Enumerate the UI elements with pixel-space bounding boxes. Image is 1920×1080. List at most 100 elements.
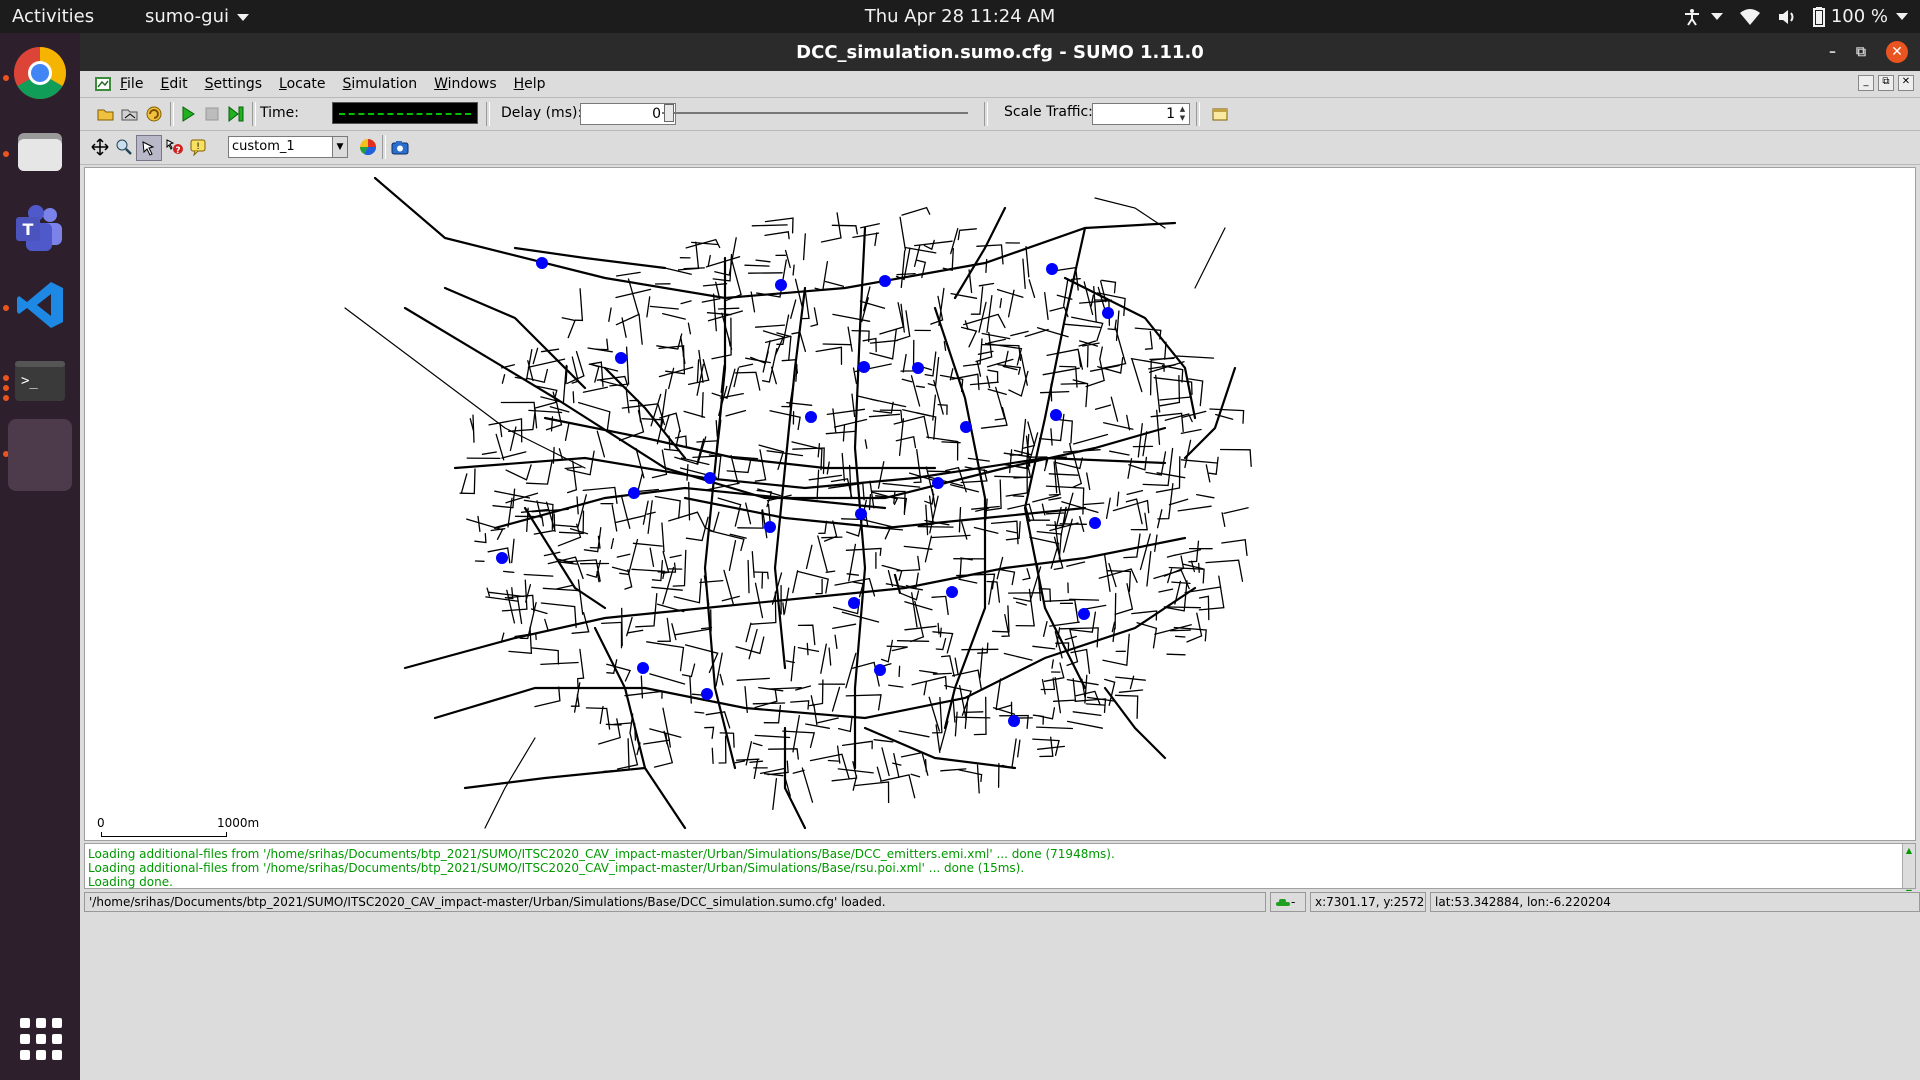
mdi-close-icon[interactable]: ✕ [1898, 75, 1914, 91]
mdi-restore-icon[interactable]: ⧉ [1878, 75, 1894, 91]
locate-icon[interactable] [136, 135, 162, 161]
road-segment [750, 350, 769, 365]
active-app-icon[interactable] [8, 419, 72, 491]
road-segment [790, 700, 810, 710]
network-view[interactable]: 0 1000m [84, 167, 1916, 841]
rsu-marker[interactable] [879, 275, 891, 287]
message-log[interactable]: Loading additional-files from '/home/sri… [84, 843, 1916, 897]
close-icon[interactable]: ✕ [1886, 41, 1908, 63]
road-segment [558, 510, 585, 535]
chevron-down-icon[interactable]: ▼ [332, 137, 347, 157]
rsu-marker[interactable] [848, 597, 860, 609]
road-segment [611, 504, 618, 532]
vehicle-status-value: - [1291, 895, 1296, 909]
rsu-marker[interactable] [628, 487, 640, 499]
show-applications-icon[interactable] [20, 1018, 62, 1060]
minimize-icon[interactable]: – [1829, 44, 1836, 60]
road-segment [735, 636, 765, 655]
delay-slider[interactable] [662, 102, 968, 124]
menu-file[interactable]: File [120, 76, 143, 92]
activities-button[interactable]: Activities [12, 6, 94, 27]
road-segment [927, 470, 951, 473]
chrome-icon[interactable] [8, 41, 72, 105]
map-scale-bar: 0 1000m [97, 816, 267, 840]
road-segment [642, 500, 649, 525]
rsu-marker[interactable] [701, 688, 713, 700]
help-question-icon[interactable]: ? [162, 135, 186, 159]
rsu-marker[interactable] [775, 279, 787, 291]
road-segment [1106, 570, 1132, 592]
window-titlebar[interactable]: DCC_simulation.sumo.cfg - SUMO 1.11.0 – … [80, 33, 1920, 71]
color-scheme-select[interactable]: custom_1 ▼ [228, 136, 348, 158]
rsu-marker[interactable] [496, 552, 508, 564]
road-segment [1083, 281, 1094, 316]
system-tray[interactable]: 100 % [1683, 6, 1908, 27]
vscode-icon[interactable] [8, 273, 72, 337]
rsu-marker[interactable] [764, 521, 776, 533]
road-segment [815, 578, 823, 595]
slider-thumb[interactable] [664, 104, 674, 122]
edit-coloring-icon[interactable] [356, 135, 380, 159]
road-segment [1051, 659, 1054, 669]
menu-simulation[interactable]: Simulation [343, 76, 418, 92]
chevron-down-icon [237, 13, 249, 21]
files-icon[interactable] [8, 119, 72, 183]
road-network-map [344, 176, 1252, 830]
menu-locate[interactable]: Locate [279, 76, 326, 92]
road-segment [862, 337, 877, 353]
scale-traffic-spinner[interactable]: 1 ▲ ▼ [1092, 103, 1190, 125]
rsu-marker[interactable] [932, 477, 944, 489]
rsu-marker[interactable] [1102, 307, 1114, 319]
screenshot-icon[interactable] [388, 135, 412, 159]
menu-help[interactable]: Help [514, 76, 546, 92]
road-segment [657, 617, 672, 642]
rsu-marker[interactable] [704, 472, 716, 484]
rsu-marker[interactable] [1078, 608, 1090, 620]
open-network-icon[interactable] [118, 102, 142, 126]
menu-edit[interactable]: Edit [160, 76, 187, 92]
menu-settings[interactable]: Settings [205, 76, 262, 92]
clock[interactable]: Thu Apr 28 11:24 AM [865, 6, 1055, 27]
sumo-app-icon[interactable] [94, 75, 112, 93]
teams-icon[interactable]: T [8, 197, 72, 261]
road-segment [715, 652, 723, 687]
road-segment [1051, 456, 1068, 459]
rsu-marker[interactable] [1008, 715, 1020, 727]
rsu-marker[interactable] [1046, 263, 1058, 275]
open-icon[interactable] [94, 102, 118, 126]
run-icon[interactable] [176, 102, 200, 126]
road-segment [744, 264, 770, 267]
reload-icon[interactable] [142, 102, 166, 126]
road-segment [792, 447, 825, 475]
rsu-marker[interactable] [615, 352, 627, 364]
maximize-icon[interactable]: ⧉ [1856, 44, 1866, 60]
rsu-marker[interactable] [912, 362, 924, 374]
road-segment [474, 532, 487, 544]
rsu-marker[interactable] [805, 411, 817, 423]
tooltip-toggle-icon[interactable]: ! [186, 135, 210, 159]
dialog-icon[interactable] [1208, 102, 1232, 126]
road-segment [1118, 689, 1144, 693]
mdi-minimize-icon[interactable]: _ [1858, 75, 1874, 91]
terminal-icon[interactable]: >_ [8, 349, 72, 413]
road-segment [1086, 472, 1091, 491]
rsu-marker[interactable] [946, 586, 958, 598]
road-segment [1099, 346, 1103, 360]
rsu-marker[interactable] [1050, 409, 1062, 421]
rsu-marker[interactable] [874, 664, 886, 676]
app-menu[interactable]: sumo-gui [145, 6, 249, 27]
step-icon[interactable] [224, 102, 248, 126]
recenter-icon[interactable] [88, 135, 112, 159]
rsu-marker[interactable] [855, 508, 867, 520]
log-scrollbar[interactable]: ▲▼ [1902, 844, 1915, 897]
road-segment [705, 256, 741, 268]
rsu-marker[interactable] [1089, 517, 1101, 529]
zoom-icon[interactable] [112, 135, 136, 159]
rsu-marker[interactable] [858, 361, 870, 373]
rsu-marker[interactable] [637, 662, 649, 674]
menu-windows[interactable]: Windows [434, 76, 497, 92]
rsu-marker[interactable] [960, 421, 972, 433]
stop-icon[interactable] [200, 102, 224, 126]
road-segment [495, 433, 505, 461]
rsu-marker[interactable] [536, 257, 548, 269]
